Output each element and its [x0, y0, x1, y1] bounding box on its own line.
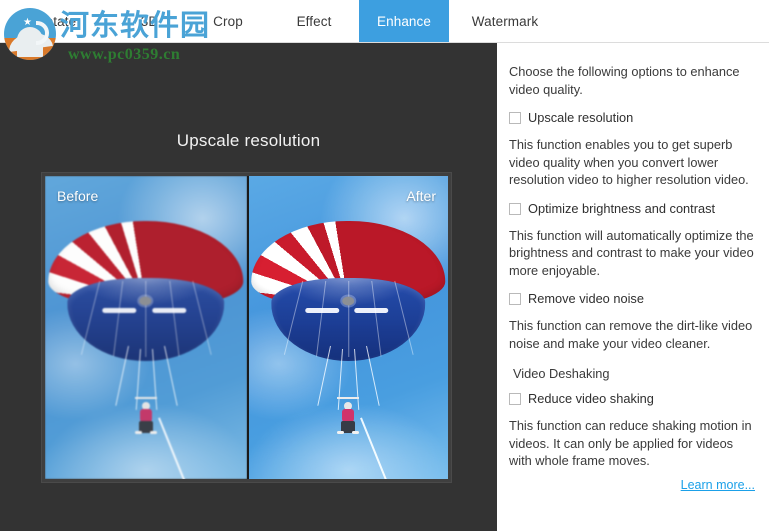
option-remove-video-noise[interactable]: Remove video noise — [509, 291, 757, 307]
tab-effect-label: Effect — [296, 13, 332, 29]
canopy-lower-blue — [67, 278, 224, 361]
option-reduce-video-shaking[interactable]: Reduce video shaking — [509, 391, 757, 407]
enhance-options-panel: Choose the following options to enhance … — [497, 43, 769, 531]
tab-crop-label: Crop — [213, 13, 243, 29]
tab-watermark[interactable]: Watermark — [449, 0, 561, 42]
tab-rotate[interactable]: Rotate — [0, 0, 112, 42]
panel-intro-text: Choose the following options to enhance … — [509, 64, 740, 97]
reduce-video-shaking-label: Reduce video shaking — [528, 391, 654, 406]
remove-video-noise-checkbox[interactable] — [509, 293, 521, 305]
video-deshaking-section-title: Video Deshaking — [513, 366, 610, 381]
after-image — [248, 176, 448, 479]
tab-effect[interactable]: Effect — [269, 0, 359, 42]
tab-enhance[interactable]: Enhance — [359, 0, 449, 42]
top-tab-bar: Rotate 3D Crop Effect Enhance Watermark — [0, 0, 769, 43]
preview-title: Upscale resolution — [176, 131, 321, 150]
optimize-brightness-contrast-label: Optimize brightness and contrast — [528, 200, 716, 216]
after-preview-pane[interactable]: After — [246, 176, 448, 479]
tab-watermark-label: Watermark — [471, 13, 539, 29]
before-preview-pane[interactable]: Before — [45, 176, 247, 479]
option-upscale-resolution[interactable]: Upscale resolution — [509, 110, 757, 126]
learn-more-link[interactable]: Learn more... — [681, 478, 755, 492]
optimize-brightness-contrast-checkbox[interactable] — [509, 202, 521, 215]
canopy-hub — [342, 296, 355, 306]
canopy-lower-blue — [270, 278, 426, 361]
canopy-hub — [139, 296, 152, 306]
learn-more-container: Learn more... — [509, 476, 757, 494]
before-label: Before — [57, 188, 99, 204]
before-image — [45, 176, 247, 479]
upscale-resolution-label: Upscale resolution — [528, 110, 634, 125]
reduce-video-shaking-checkbox[interactable] — [509, 393, 521, 405]
tab-enhance-label: Enhance — [377, 13, 431, 29]
before-after-compare-frame: Before After — [41, 172, 452, 483]
optimize-brightness-contrast-description: This function will automatically optimiz… — [509, 227, 754, 278]
tow-rope — [360, 418, 398, 479]
tab-3d[interactable]: 3D — [112, 0, 187, 42]
app-window: Rotate 3D Crop Effect Enhance Watermark … — [0, 0, 769, 531]
parasailer-figure — [134, 397, 157, 437]
parachute-canopy — [48, 221, 244, 363]
preview-stage: Upscale resolution Before After — [0, 43, 497, 531]
after-label: After — [406, 188, 436, 204]
upscale-resolution-description: This function enables you to get superb … — [509, 137, 749, 187]
upscale-resolution-checkbox[interactable] — [509, 112, 521, 124]
tab-crop[interactable]: Crop — [187, 0, 269, 42]
tab-3d-label: 3D — [140, 13, 159, 29]
reduce-video-shaking-description: This function can reduce shaking motion … — [509, 418, 752, 468]
remove-video-noise-label: Remove video noise — [528, 291, 644, 306]
parachute-canopy — [251, 221, 445, 363]
remove-video-noise-description: This function can remove the dirt-like v… — [509, 318, 753, 351]
tow-rope — [157, 418, 196, 479]
option-optimize-brightness-contrast[interactable]: Optimize brightness and contrast — [509, 201, 757, 217]
parasailer-figure — [337, 397, 360, 437]
tab-rotate-label: Rotate — [35, 13, 77, 29]
